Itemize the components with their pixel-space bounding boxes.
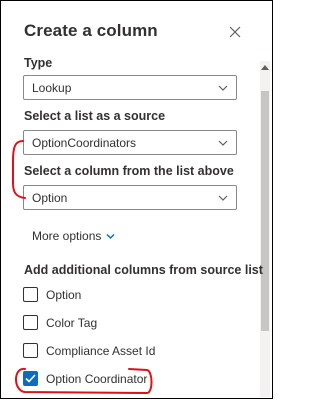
chevron-down-icon bbox=[218, 85, 228, 91]
checkbox-label: Option bbox=[46, 287, 82, 302]
panel-title: Create a column bbox=[24, 21, 158, 40]
close-icon bbox=[229, 26, 241, 38]
checkbox[interactable] bbox=[23, 343, 38, 358]
checkbox[interactable] bbox=[23, 315, 38, 330]
checkbox-option[interactable]: Option bbox=[23, 287, 81, 302]
checkbox-label: Option Coordinator bbox=[46, 371, 148, 386]
source-list-dropdown[interactable]: OptionCoordinators bbox=[23, 130, 237, 155]
checkbox-label: Color Tag bbox=[46, 315, 98, 330]
checkbox-color-tag[interactable]: Color Tag bbox=[23, 315, 97, 330]
additional-columns-label: Add additional columns from source list bbox=[24, 263, 263, 277]
close-button[interactable] bbox=[225, 22, 245, 42]
source-list-dropdown-value: OptionCoordinators bbox=[32, 136, 137, 150]
chevron-down-icon bbox=[106, 233, 115, 239]
checkbox-compliance-asset-id[interactable]: Compliance Asset Id bbox=[23, 343, 155, 358]
source-column-dropdown-value: Option bbox=[32, 191, 68, 205]
scroll-up-button[interactable] bbox=[260, 61, 270, 73]
type-dropdown-value: Lookup bbox=[32, 81, 72, 95]
source-list-label: Select a list as a source bbox=[24, 109, 166, 123]
checkbox-option-coordinator[interactable]: Option Coordinator bbox=[23, 371, 147, 386]
more-options-toggle[interactable]: More options bbox=[32, 229, 115, 243]
create-column-panel: Create a column Type Lookup Select a lis… bbox=[0, 0, 273, 399]
scrollbar-thumb[interactable] bbox=[261, 91, 269, 331]
checkmark-icon bbox=[25, 374, 36, 383]
type-dropdown[interactable]: Lookup bbox=[23, 75, 237, 100]
chevron-down-icon bbox=[218, 140, 228, 146]
checkbox-label: Compliance Asset Id bbox=[46, 343, 156, 358]
type-label: Type bbox=[24, 56, 53, 70]
checkbox-checked[interactable] bbox=[23, 371, 38, 386]
checkbox[interactable] bbox=[23, 287, 38, 302]
chevron-down-icon bbox=[218, 195, 228, 201]
source-column-label: Select a column from the list above bbox=[24, 164, 234, 178]
more-options-label: More options bbox=[32, 229, 102, 243]
scroll-up-arrow-icon bbox=[261, 65, 269, 70]
source-column-dropdown[interactable]: Option bbox=[23, 185, 237, 210]
